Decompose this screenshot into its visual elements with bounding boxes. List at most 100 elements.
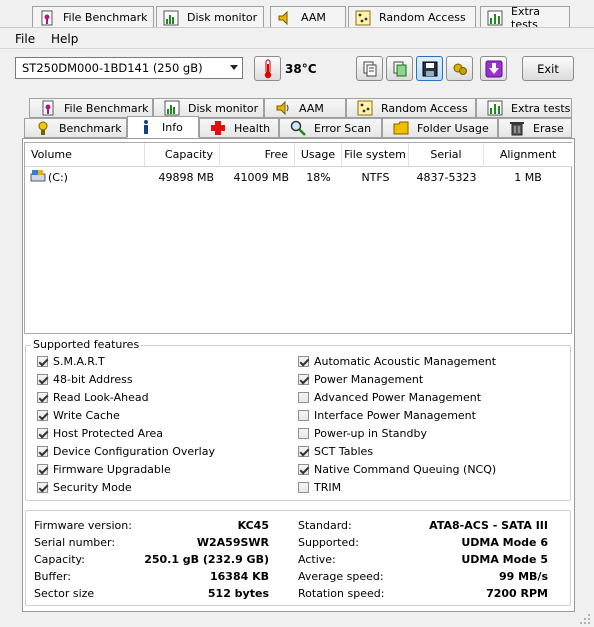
- menu-help[interactable]: Help: [51, 32, 78, 46]
- checkbox-box[interactable]: [37, 410, 48, 421]
- feature-checkbox[interactable]: Advanced Power Management: [298, 391, 481, 404]
- tab-label: Disk monitor: [188, 101, 259, 115]
- col-usage[interactable]: Usage: [295, 143, 342, 167]
- tab-benchmark[interactable]: Benchmark: [24, 118, 127, 138]
- tab-label: Disk monitor: [187, 11, 258, 24]
- checkbox-box[interactable]: [298, 374, 309, 385]
- cell-file-system: NTFS: [361, 171, 390, 184]
- tab-file-benchmark[interactable]: File Benchmark: [29, 98, 153, 118]
- feature-label: Native Command Queuing (NCQ): [314, 463, 497, 476]
- tab-erase[interactable]: Erase: [498, 118, 572, 138]
- magnifier-icon: [290, 120, 306, 136]
- exit-button[interactable]: Exit: [522, 56, 574, 81]
- checkbox-box[interactable]: [37, 392, 48, 403]
- feature-label: Read Look-Ahead: [53, 391, 149, 404]
- copy-text-button[interactable]: [356, 56, 383, 81]
- bg-tab-file-benchmark[interactable]: File Benchmark: [32, 6, 154, 27]
- bg-tab-disk-monitor[interactable]: Disk monitor: [156, 6, 264, 27]
- trash-icon: [509, 120, 525, 136]
- tab-health[interactable]: Health: [199, 118, 279, 138]
- temperature-button[interactable]: [254, 56, 281, 81]
- feature-checkbox[interactable]: Automatic Acoustic Management: [298, 355, 496, 368]
- tab-info[interactable]: Info: [127, 116, 199, 138]
- resize-grip[interactable]: [578, 612, 592, 626]
- feature-label: Power Management: [314, 373, 424, 386]
- detail-label: Buffer:: [34, 570, 71, 583]
- supported-features-group: Supported features: [25, 338, 571, 501]
- feature-checkbox[interactable]: Power-up in Standby: [298, 427, 427, 440]
- feature-checkbox[interactable]: Native Command Queuing (NCQ): [298, 463, 496, 476]
- tab-aam[interactable]: AAM: [264, 98, 346, 118]
- detail-value: 16384 KB: [209, 570, 269, 583]
- tab-error-scan[interactable]: Error Scan: [279, 118, 382, 138]
- tab-label: Folder Usage: [417, 121, 489, 135]
- feature-checkbox[interactable]: Firmware Upgradable: [37, 463, 171, 476]
- feature-label: 48-bit Address: [53, 373, 133, 386]
- col-free[interactable]: Free: [220, 143, 295, 167]
- tab-label: File Benchmark: [64, 101, 149, 115]
- checkbox-box[interactable]: [37, 374, 48, 385]
- feature-checkbox[interactable]: SCT Tables: [298, 445, 373, 458]
- detail-label: Sector size: [34, 587, 95, 600]
- checkbox-box[interactable]: [37, 482, 48, 493]
- cell-volume: (C:): [48, 171, 68, 184]
- checkbox-box[interactable]: [298, 446, 309, 457]
- feature-checkbox[interactable]: 48-bit Address: [37, 373, 133, 386]
- feature-checkbox[interactable]: TRIM: [298, 481, 341, 494]
- save-icon: [422, 61, 437, 76]
- feature-checkbox[interactable]: Write Cache: [37, 409, 120, 422]
- feature-checkbox[interactable]: Security Mode: [37, 481, 132, 494]
- tab-disk-monitor[interactable]: Disk monitor: [153, 98, 264, 118]
- detail-label: Supported:: [298, 536, 359, 549]
- copy-screenshot-button[interactable]: [386, 56, 413, 81]
- drive-select-value: ST250DM000-1BD141 (250 gB): [22, 61, 203, 75]
- checkbox-box[interactable]: [298, 482, 309, 493]
- checkbox-box[interactable]: [37, 464, 48, 475]
- tab-extra-tests[interactable]: Extra tests: [476, 98, 572, 118]
- feature-label: Interface Power Management: [314, 409, 476, 422]
- checkbox-box[interactable]: [298, 428, 309, 439]
- feature-checkbox[interactable]: Read Look-Ahead: [37, 391, 149, 404]
- chevron-down-icon: [230, 65, 238, 70]
- col-capacity[interactable]: Capacity: [145, 143, 220, 167]
- checkbox-box[interactable]: [37, 428, 48, 439]
- detail-value: KC45: [237, 519, 269, 532]
- detail-label: Capacity:: [34, 553, 85, 566]
- col-alignment[interactable]: Alignment: [484, 143, 572, 167]
- tab-label: Extra tests: [511, 4, 541, 28]
- checkbox-box[interactable]: [298, 464, 309, 475]
- detail-value: 99 MB/s: [498, 570, 548, 583]
- menu-file[interactable]: File: [15, 32, 35, 46]
- feature-label: TRIM: [314, 481, 342, 494]
- feature-label: S.M.A.R.T: [53, 355, 105, 368]
- checkbox-box[interactable]: [298, 356, 309, 367]
- volume-list[interactable]: Volume Capacity Free Usage File system S…: [24, 142, 572, 334]
- tab-random-access[interactable]: Random Access: [346, 98, 476, 118]
- bg-tab-aam[interactable]: AAM: [270, 6, 346, 27]
- col-serial[interactable]: Serial: [409, 143, 484, 167]
- feature-checkbox[interactable]: Device Configuration Overlay: [37, 445, 215, 458]
- col-volume[interactable]: Volume: [25, 143, 145, 167]
- exit-button-label: Exit: [537, 61, 559, 76]
- checkbox-box[interactable]: [298, 410, 309, 421]
- feature-checkbox[interactable]: Host Protected Area: [37, 427, 163, 440]
- checkbox-box[interactable]: [298, 392, 309, 403]
- download-button[interactable]: [480, 56, 507, 81]
- save-button[interactable]: [416, 56, 443, 81]
- cell-serial: 4837-5323: [416, 171, 477, 184]
- checkbox-box[interactable]: [37, 446, 48, 457]
- feature-checkbox[interactable]: Interface Power Management: [298, 409, 476, 422]
- tab-label: File Benchmark: [63, 11, 148, 24]
- tab-label: Error Scan: [314, 121, 372, 135]
- tab-folder-usage[interactable]: Folder Usage: [382, 118, 498, 138]
- bg-tab-extra-tests[interactable]: Extra tests: [480, 4, 570, 28]
- feature-checkbox[interactable]: Power Management: [298, 373, 423, 386]
- options-button[interactable]: [446, 56, 473, 81]
- feature-checkbox[interactable]: S.M.A.R.T: [37, 355, 105, 368]
- drive-select[interactable]: ST250DM000-1BD141 (250 gB): [15, 57, 243, 79]
- bg-tab-random-access[interactable]: Random Access: [348, 6, 476, 27]
- detail-value: W2A59SWR: [196, 536, 269, 549]
- col-file-system[interactable]: File system: [342, 143, 409, 167]
- thermometer-icon: [264, 59, 271, 78]
- checkbox-box[interactable]: [37, 356, 48, 367]
